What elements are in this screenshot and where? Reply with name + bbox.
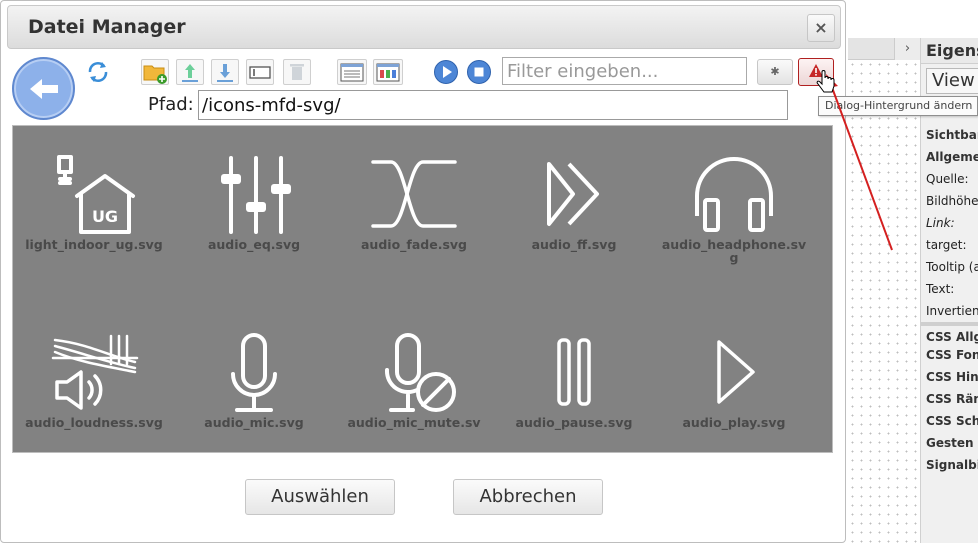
- dialog-background-button[interactable]: [798, 58, 834, 86]
- file-tile[interactable]: audio_pause.svg: [494, 332, 654, 429]
- table-view-button[interactable]: [373, 59, 403, 85]
- play-icon[interactable]: [433, 59, 459, 85]
- upload-button[interactable]: [176, 59, 204, 85]
- file-tile[interactable]: UG light_indoor_ug.svg: [14, 154, 174, 251]
- cancel-button[interactable]: Abbrechen: [453, 479, 603, 515]
- select-button[interactable]: Auswählen: [245, 479, 395, 515]
- view-tab[interactable]: View: [926, 68, 978, 94]
- file-grid[interactable]: UG light_indoor_ug.svg audio_eq.svg audi…: [12, 125, 833, 453]
- list-view-icon: [340, 63, 364, 82]
- property-row: Tooltip (a: [926, 260, 978, 274]
- file-name: audio_mic.svg: [204, 415, 304, 430]
- filter-input[interactable]: [502, 57, 747, 85]
- property-row: Link:: [926, 216, 955, 230]
- new-folder-icon: [143, 65, 167, 84]
- download-button[interactable]: [211, 59, 239, 85]
- dialog-title: Datei Manager: [28, 16, 186, 38]
- file-tile[interactable]: audio_mic_mute.sv: [334, 332, 494, 429]
- audio-fade-icon: [371, 160, 457, 228]
- download-icon: [217, 64, 233, 82]
- new-folder-button[interactable]: [141, 59, 169, 85]
- file-tile[interactable]: audio_headphone.svg: [654, 154, 814, 264]
- audio-play-icon: [717, 340, 755, 404]
- dialog-titlebar[interactable]: Datei Manager ×: [7, 5, 841, 49]
- file-name: audio_pause.svg: [515, 415, 633, 430]
- settings-icon: ✱: [770, 65, 780, 78]
- file-name: audio_loudness.svg: [25, 415, 163, 430]
- file-name: audio_play.svg: [682, 415, 786, 430]
- panel-collapse-button[interactable]: ›: [894, 38, 920, 60]
- property-row: target:: [926, 238, 967, 252]
- svg-text:UG: UG: [92, 207, 118, 226]
- audio-eq-icon: [221, 156, 291, 234]
- property-row: Invertien: [926, 304, 978, 318]
- editor-canvas: [848, 60, 920, 543]
- properties-panel-title: Eigens: [921, 38, 978, 64]
- file-name: audio_headphone.svg: [661, 237, 807, 265]
- close-button[interactable]: ×: [807, 14, 835, 42]
- property-row[interactable]: CSS Allg: [921, 322, 978, 344]
- file-tile[interactable]: audio_play.svg: [654, 332, 814, 429]
- file-tile[interactable]: audio_eq.svg: [174, 154, 334, 251]
- file-name: audio_fade.svg: [361, 237, 467, 252]
- warning-icon: [809, 64, 823, 77]
- file-tile[interactable]: audio_loudness.svg: [14, 332, 174, 429]
- properties-list: Sichtbar Allgeme Quelle: Bildhöhe Link: targe…: [921, 124, 978, 476]
- property-row[interactable]: Allgeme: [921, 146, 978, 168]
- back-button[interactable]: [12, 57, 75, 120]
- property-row[interactable]: Gesten: [921, 432, 978, 454]
- property-row[interactable]: CSS Fon: [921, 344, 978, 366]
- file-name: audio_mic_mute.sv: [347, 415, 481, 430]
- audio-pause-icon: [557, 338, 591, 406]
- property-row: Text:: [926, 282, 955, 296]
- audio-mic-mute-icon: [384, 333, 456, 412]
- table-view-icon: [376, 63, 400, 82]
- audio-headphone-icon: [695, 157, 773, 232]
- audio-loudness-icon: [51, 334, 139, 410]
- refresh-icon[interactable]: [85, 59, 111, 85]
- stop-icon[interactable]: [466, 59, 492, 85]
- property-row: Quelle:: [926, 172, 969, 186]
- file-name: light_indoor_ug.svg: [25, 237, 163, 252]
- file-manager-dialog: Datei Manager × Filter eingeben... ✱ Pfa…: [0, 0, 846, 543]
- settings-button[interactable]: ✱: [757, 59, 793, 85]
- property-row[interactable]: Sichtbar: [921, 124, 978, 146]
- delete-button[interactable]: [283, 59, 311, 85]
- list-view-button[interactable]: [337, 59, 367, 85]
- light-indoor-ug-icon: UG: [57, 155, 135, 234]
- delete-icon: [290, 64, 304, 80]
- path-input[interactable]: [198, 90, 788, 120]
- property-row: Bildhöhe: [926, 194, 978, 208]
- path-label: Pfad:: [148, 94, 194, 115]
- rename-icon: [249, 66, 271, 79]
- property-row[interactable]: Signalbi: [921, 454, 978, 476]
- property-row[interactable]: CSS Hin: [921, 366, 978, 388]
- audio-ff-icon: [547, 162, 599, 226]
- audio-mic-icon: [231, 333, 277, 412]
- property-row[interactable]: CSS Rän: [921, 388, 978, 410]
- back-arrow-icon: [30, 79, 58, 99]
- file-name: audio_ff.svg: [531, 237, 617, 252]
- file-tile[interactable]: audio_fade.svg: [334, 154, 494, 251]
- upload-icon: [182, 64, 198, 82]
- file-name: audio_eq.svg: [207, 237, 301, 252]
- rename-button[interactable]: [246, 59, 274, 85]
- warning-tooltip: Dialog-Hintergrund ändern: [818, 96, 978, 116]
- property-row[interactable]: CSS Sch: [921, 410, 978, 432]
- file-tile[interactable]: audio_mic.svg: [174, 332, 334, 429]
- file-tile[interactable]: audio_ff.svg: [494, 154, 654, 251]
